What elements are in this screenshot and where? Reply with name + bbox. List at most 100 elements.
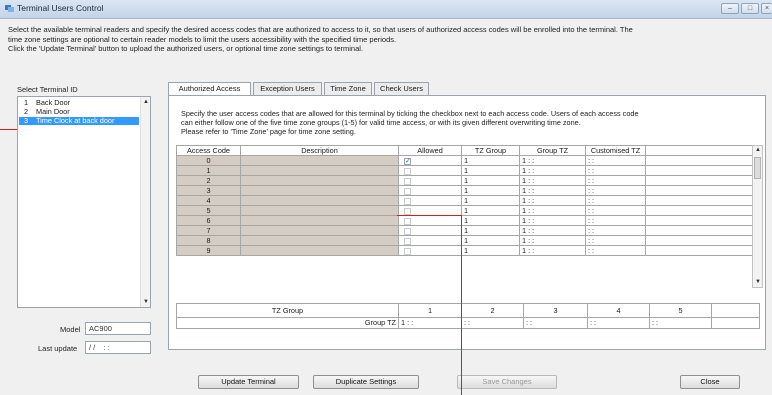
access-code-row[interactable]: 8 11 : :: : [176,235,753,246]
column-header[interactable]: Customised TZ [585,145,646,156]
column-header[interactable]: Access Code [176,145,241,156]
allowed-checkbox[interactable] [404,187,411,195]
tz-group-cell[interactable]: 1 [461,205,520,216]
customised-tz-cell[interactable]: : : [585,235,646,246]
tz-group-cell[interactable]: 1 [461,235,520,246]
column-header[interactable]: Description [240,145,399,156]
scroll-down-icon[interactable]: ▼ [142,298,150,306]
title-bar: Terminal Users Control – □ × [0,0,772,19]
terminal-item[interactable]: 2 Main Door [19,108,139,116]
customised-tz-cell[interactable]: : : [585,205,646,216]
access-code-row[interactable]: 3 11 : :: : [176,185,753,196]
duplicate-settings-button[interactable]: Duplicate Settings [313,375,419,389]
tab-authorized-access[interactable]: Authorized Access [168,82,251,96]
allowed-checkbox[interactable] [404,207,411,215]
allowed-checkbox[interactable] [404,217,411,225]
tz-blank [711,303,760,318]
access-code-row[interactable]: 7 11 : :: : [176,225,753,236]
update-terminal-button[interactable]: Update Terminal [198,375,299,389]
grid-blank-cell [645,205,753,216]
group-tz-cell[interactable]: : : [649,317,712,329]
description-cell [240,245,399,256]
customised-tz-cell[interactable]: : : [585,215,646,226]
allowed-checkbox[interactable] [404,197,411,205]
tz-group-cell[interactable]: 1 [461,175,520,186]
tab-check-users[interactable]: Check Users [374,82,429,95]
scroll-up-icon[interactable]: ▲ [754,146,762,155]
scroll-up-icon[interactable]: ▲ [142,98,150,106]
access-code-row[interactable]: 2 11 : :: : [176,175,753,186]
allowed-cell[interactable] [398,235,462,246]
allowed-checkbox[interactable] [404,237,411,245]
allowed-cell[interactable] [398,245,462,256]
access-code-row[interactable]: 9 11 : :: : [176,245,753,256]
tab-exception-users[interactable]: Exception Users [253,82,322,95]
group-tz-cell[interactable]: : : [461,317,524,329]
allowed-checkbox[interactable]: ✓ [404,157,411,165]
maximize-button[interactable]: □ [741,3,759,14]
customised-tz-cell[interactable]: : : [585,155,646,166]
allowed-checkbox[interactable] [404,177,411,185]
allowed-cell[interactable] [398,205,462,216]
column-header[interactable]: Group TZ [519,145,586,156]
minimize-button[interactable]: – [721,3,739,14]
access-code-row[interactable]: 111 : :: : [176,165,753,176]
column-header[interactable]: Allowed [398,145,462,156]
tz-group-cell[interactable]: 1 [461,165,520,176]
last-update-label: Last update [38,344,78,353]
model-field[interactable]: AC900 [85,322,151,335]
customised-tz-cell[interactable]: : : [585,195,646,206]
scroll-thumb[interactable] [754,157,761,179]
last-update-field[interactable]: / / : : [85,341,151,354]
group-tz-cell: 1 : : [519,185,586,196]
customised-tz-cell[interactable]: : : [585,245,646,256]
terminal-item-selected[interactable]: 3 Time Clock at back door [19,117,139,125]
tz-group-number: 5 [649,303,712,318]
customised-tz-cell[interactable]: : : [585,165,646,176]
save-changes-button[interactable]: Save Changes [457,375,557,389]
grid-scrollbar[interactable]: ▲ ▼ [752,145,763,288]
tz-group-cell[interactable]: 1 [461,245,520,256]
tz-group-cell[interactable]: 1 [461,195,520,206]
instruction-line: Select the available terminal readers an… [8,25,633,34]
close-window-button[interactable]: × [761,3,772,14]
access-code-row[interactable]: 4 11 : :: : [176,195,753,206]
panel-instructions: Specify the user access codes that are a… [181,109,761,136]
access-code-row[interactable]: 0 ✓ 1 1 : :: : [176,155,753,166]
tz-group-cell[interactable]: 1 [461,155,520,166]
tz-group-cell[interactable]: 1 [461,185,520,196]
group-tz-cell[interactable]: : : [523,317,588,329]
allowed-checkbox[interactable] [404,227,411,235]
tz-header-row: TZ Group 1 2 3 4 5 [176,303,760,318]
allowed-cell[interactable] [398,215,462,226]
scroll-down-icon[interactable]: ▼ [754,278,762,287]
allowed-cell[interactable] [398,165,462,176]
annotation-line [461,215,462,395]
access-code-row[interactable]: 5 11 : :: : [176,205,753,216]
allowed-cell[interactable]: ✓ [398,155,462,166]
customised-tz-cell[interactable]: : : [585,225,646,236]
access-code-cell: 5 [176,205,241,216]
annotation-line [0,129,17,130]
minimize-icon: – [728,5,732,12]
allowed-cell[interactable] [398,185,462,196]
allowed-cell[interactable] [398,225,462,236]
tab-time-zone[interactable]: Time Zone [324,82,372,95]
terminal-item[interactable]: 1 Back Door [19,99,139,107]
customised-tz-cell[interactable]: : : [585,185,646,196]
allowed-cell[interactable] [398,175,462,186]
close-button[interactable]: Close [680,375,740,389]
customised-tz-cell[interactable]: : : [585,175,646,186]
tz-group-cell[interactable]: 1 [461,225,520,236]
group-tz-cell[interactable]: : : [587,317,650,329]
allowed-checkbox[interactable] [404,247,411,255]
grid-body: 0 ✓ 1 1 : :: :111 : :: :211 : :: :311 : :: … [176,155,753,256]
group-tz-cell[interactable]: 1 : : [398,317,462,329]
terminal-list[interactable]: 1 Back Door 2 Main Door 3 Time Clock at … [17,96,151,308]
access-code-row[interactable]: 6 11 : :: : [176,215,753,226]
allowed-checkbox[interactable] [404,167,411,175]
column-header[interactable]: TZ Group [461,145,520,156]
allowed-cell[interactable] [398,195,462,206]
terminal-list-scrollbar[interactable]: ▲ ▼ [140,97,150,307]
tz-group-cell[interactable]: 1 [461,215,520,226]
